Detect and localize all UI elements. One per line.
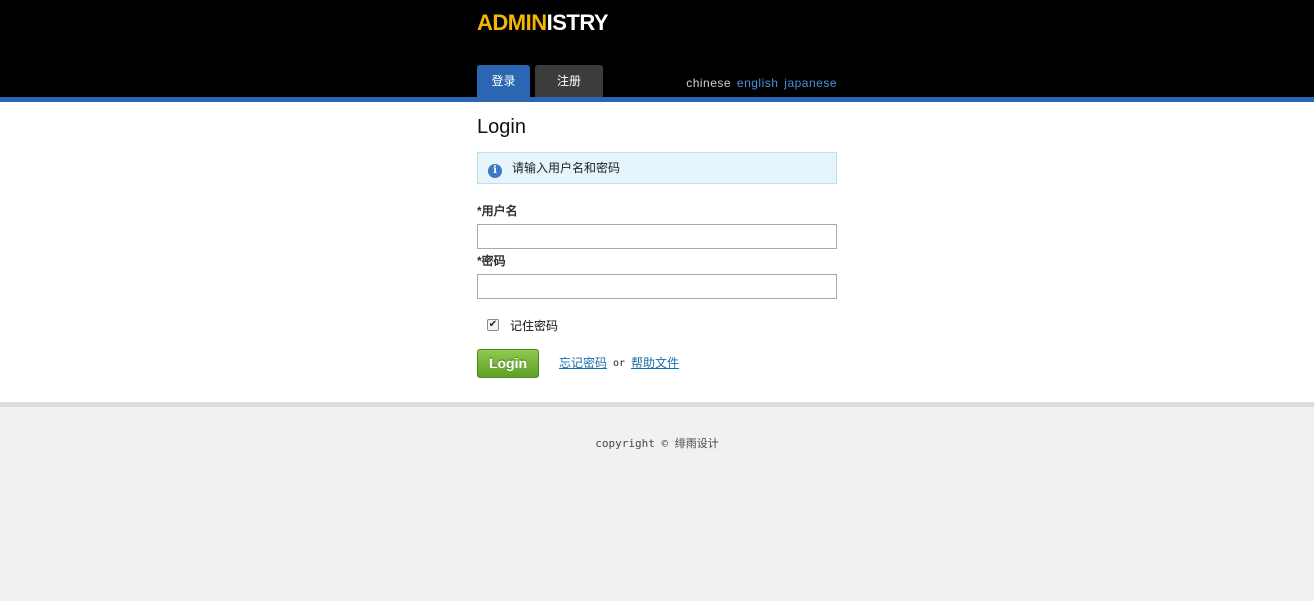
notice-box: i 请输入用户名和密码 [477, 152, 837, 184]
remember-label: 记住密码 [510, 319, 559, 333]
language-link-japanese[interactable]: japanese [784, 76, 837, 90]
app-logo: ADMINISTRY [477, 10, 609, 35]
password-label: *密码 [477, 254, 506, 268]
tab-register[interactable]: 注册 [535, 65, 603, 97]
language-current: chinese [686, 76, 732, 90]
password-field[interactable] [477, 274, 837, 299]
remember-checkbox[interactable]: ✔ [487, 319, 499, 331]
username-label: *用户名 [477, 204, 518, 218]
notice-text: 请输入用户名和密码 [512, 161, 621, 175]
help-link[interactable]: 帮助文件 [631, 356, 679, 370]
info-icon: i [488, 164, 502, 178]
or-separator: or [613, 358, 626, 369]
page-title: Login [477, 116, 526, 138]
content-divider [0, 402, 1314, 407]
tab-login[interactable]: 登录 [477, 65, 530, 97]
username-field[interactable] [477, 224, 837, 249]
forgot-password-link[interactable]: 忘记密码 [559, 356, 607, 370]
copyright-text: copyright © 绯雨设计 [595, 437, 719, 450]
language-switcher: chinese english japanese [686, 76, 837, 90]
language-link-english[interactable]: english [737, 76, 779, 90]
login-button[interactable]: Login [477, 349, 539, 378]
header-bar: ADMINISTRY 登录 注册 chinese english japanes… [0, 0, 1314, 97]
